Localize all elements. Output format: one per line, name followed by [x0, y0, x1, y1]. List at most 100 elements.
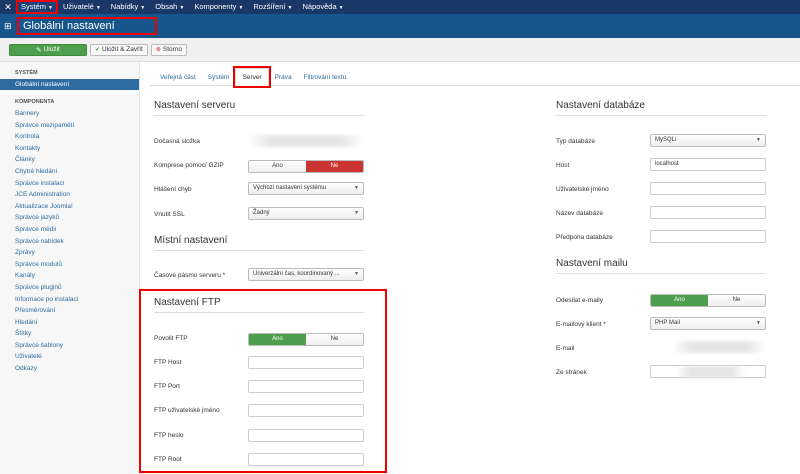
sidebar-item[interactable]: JCE Administration: [0, 189, 139, 201]
sidebar-item[interactable]: Bannery: [0, 108, 139, 120]
sidebar-item[interactable]: Hledání: [0, 317, 139, 329]
sidebar-item[interactable]: Správce nabídek: [0, 236, 139, 248]
gzip-toggle: Ano Ne: [248, 160, 364, 173]
ftp-enable-toggle: Ano Ne: [248, 333, 364, 346]
sidebar-item[interactable]: Kanály: [0, 270, 139, 282]
sidebar-item[interactable]: Správce pluginů: [0, 282, 139, 294]
sidebar-item[interactable]: Správce médií: [0, 224, 139, 236]
mail-send-no-option[interactable]: Ne: [708, 295, 765, 306]
caret-down-icon: ▼: [48, 5, 53, 11]
db-user-label: Uživatelské jméno: [556, 186, 609, 193]
ftp-enable-yes-option[interactable]: Ano: [249, 334, 306, 345]
ftp-port-input[interactable]: [248, 380, 364, 393]
sidebar-item[interactable]: Aktualizace Joomla!: [0, 201, 139, 213]
main-menu: Systém ▼ Uživatelé ▼ Nabídky ▼ Obsah ▼ Kompo…: [16, 0, 349, 14]
sidebar-item[interactable]: Štítky: [0, 328, 139, 340]
mail-section-title: Nastavení mailu: [556, 258, 766, 274]
mail-email-field-obscured[interactable]: [672, 341, 766, 353]
caret-down-icon: ▼: [354, 185, 359, 191]
config-tabs: Veřejná část Systém Server Práva Filtrov…: [150, 66, 800, 88]
sidebar-item[interactable]: Chytré hledání: [0, 166, 139, 178]
tmp-path-field-obscured[interactable]: [248, 135, 363, 147]
ftp-password-input[interactable]: [248, 429, 364, 442]
sidebar-item[interactable]: Správce modulů: [0, 259, 139, 271]
sidebar-item[interactable]: Správce šablony: [0, 340, 139, 352]
save-close-button[interactable]: ✔ Uložit & Zavřít: [90, 43, 148, 56]
menu-item-users[interactable]: Uživatelé ▼: [58, 0, 106, 14]
timezone-label: Časové pásmo serveru *: [154, 272, 226, 279]
mail-from-label: Ze stránek: [556, 369, 587, 376]
menu-item-system[interactable]: Systém ▼: [16, 0, 58, 14]
save-button[interactable]: ✎ Uložit: [9, 43, 87, 56]
tmp-path-label: Dočasná složka: [154, 138, 200, 145]
sidebar-item-global-config[interactable]: Globální nastavení: [0, 79, 139, 90]
tab-text-filters[interactable]: Filtrování textu: [298, 71, 353, 85]
caret-down-icon: ▼: [756, 137, 761, 143]
menu-item-components[interactable]: Komponenty ▼: [189, 0, 248, 14]
error-reporting-label: Hlášení chyb: [154, 186, 192, 193]
db-host-label: Host: [556, 162, 570, 169]
db-prefix-input[interactable]: [650, 230, 766, 243]
sidebar-item[interactable]: Zprávy: [0, 247, 139, 259]
mail-email-label: E-mail: [556, 345, 575, 352]
sidebar-heading-component: KOMPONENTA: [15, 99, 55, 105]
ftp-section-title: Nastavení FTP: [154, 297, 364, 313]
config-icon: ⊞: [4, 21, 12, 31]
joomla-logo-icon[interactable]: ✕: [0, 0, 16, 14]
ftp-enable-label: Povolit FTP: [154, 335, 188, 342]
mail-send-yes-option[interactable]: Ano: [651, 295, 708, 306]
caret-down-icon: ▼: [140, 5, 146, 11]
force-ssl-select[interactable]: Žádný ▼: [248, 207, 364, 220]
gzip-no-option[interactable]: Ne: [306, 161, 363, 172]
ftp-password-label: FTP heslo: [154, 432, 184, 439]
caret-down-icon: ▼: [338, 5, 344, 11]
sidebar-item[interactable]: Kontrola: [0, 131, 139, 143]
ftp-host-input[interactable]: [248, 356, 364, 369]
edit-icon: ✎: [36, 46, 42, 54]
menu-item-help[interactable]: Nápověda ▼: [297, 0, 348, 14]
check-icon: ✔: [95, 47, 101, 53]
sidebar-item[interactable]: Informace po instalaci: [0, 294, 139, 306]
force-ssl-label: Vnutit SSL: [154, 211, 185, 218]
menu-item-content[interactable]: Obsah ▼: [150, 0, 189, 14]
sidebar-item[interactable]: Správce jazyků: [0, 212, 139, 224]
caret-down-icon: ▼: [179, 5, 185, 11]
tab-system[interactable]: Systém: [202, 71, 236, 85]
page-title: Globální nastavení: [17, 17, 157, 35]
menu-item-extensions[interactable]: Rozšíření ▼: [248, 0, 297, 14]
page-header: ⊞ Globální nastavení: [0, 14, 800, 38]
server-section-title: Nastavení serveru: [154, 100, 364, 116]
sidebar-item[interactable]: Uživatelé: [0, 351, 139, 363]
ftp-enable-no-option[interactable]: Ne: [306, 334, 363, 345]
mail-client-label: E-mailový klient *: [556, 321, 606, 328]
gzip-label: Komprese pomocí GZIP: [154, 162, 224, 169]
db-user-input[interactable]: [650, 182, 766, 195]
ftp-user-input[interactable]: [248, 404, 364, 417]
tab-site[interactable]: Veřejná část: [154, 71, 202, 85]
db-type-select[interactable]: MySQLi ▼: [650, 134, 766, 147]
sidebar-item[interactable]: Odkazy: [0, 363, 139, 375]
mail-send-toggle: Ano Ne: [650, 294, 766, 307]
ftp-root-label: FTP Root: [154, 456, 182, 463]
gzip-yes-option[interactable]: Ano: [249, 161, 306, 172]
menu-item-menus[interactable]: Nabídky ▼: [106, 0, 150, 14]
local-section-title: Místní nastavení: [154, 235, 364, 251]
tab-server[interactable]: Server: [233, 66, 271, 88]
database-section-title: Nastavení databáze: [556, 100, 766, 116]
db-host-input[interactable]: localhost: [650, 158, 766, 171]
sidebar-item[interactable]: Správce mezipamětí: [0, 120, 139, 132]
sidebar-item[interactable]: Správce instalací: [0, 178, 139, 190]
db-name-input[interactable]: [650, 206, 766, 219]
mail-client-select[interactable]: PHP Mail ▼: [650, 317, 766, 330]
sidebar-item[interactable]: Přesměrování: [0, 305, 139, 317]
timezone-select[interactable]: Univerzální čas, koordinovaný ... ▼: [248, 268, 364, 281]
ftp-root-input[interactable]: [248, 453, 364, 466]
ftp-port-label: FTP Port: [154, 383, 180, 390]
caret-down-icon: ▼: [354, 210, 359, 216]
tab-permissions[interactable]: Práva: [269, 71, 298, 85]
error-reporting-select[interactable]: Výchozí nastavení systému ▼: [248, 182, 364, 195]
sidebar-item[interactable]: Články: [0, 154, 139, 166]
sidebar-item[interactable]: Kontakty: [0, 143, 139, 155]
ftp-host-label: FTP Host: [154, 359, 182, 366]
cancel-button[interactable]: ⊗ Storno: [150, 43, 188, 56]
